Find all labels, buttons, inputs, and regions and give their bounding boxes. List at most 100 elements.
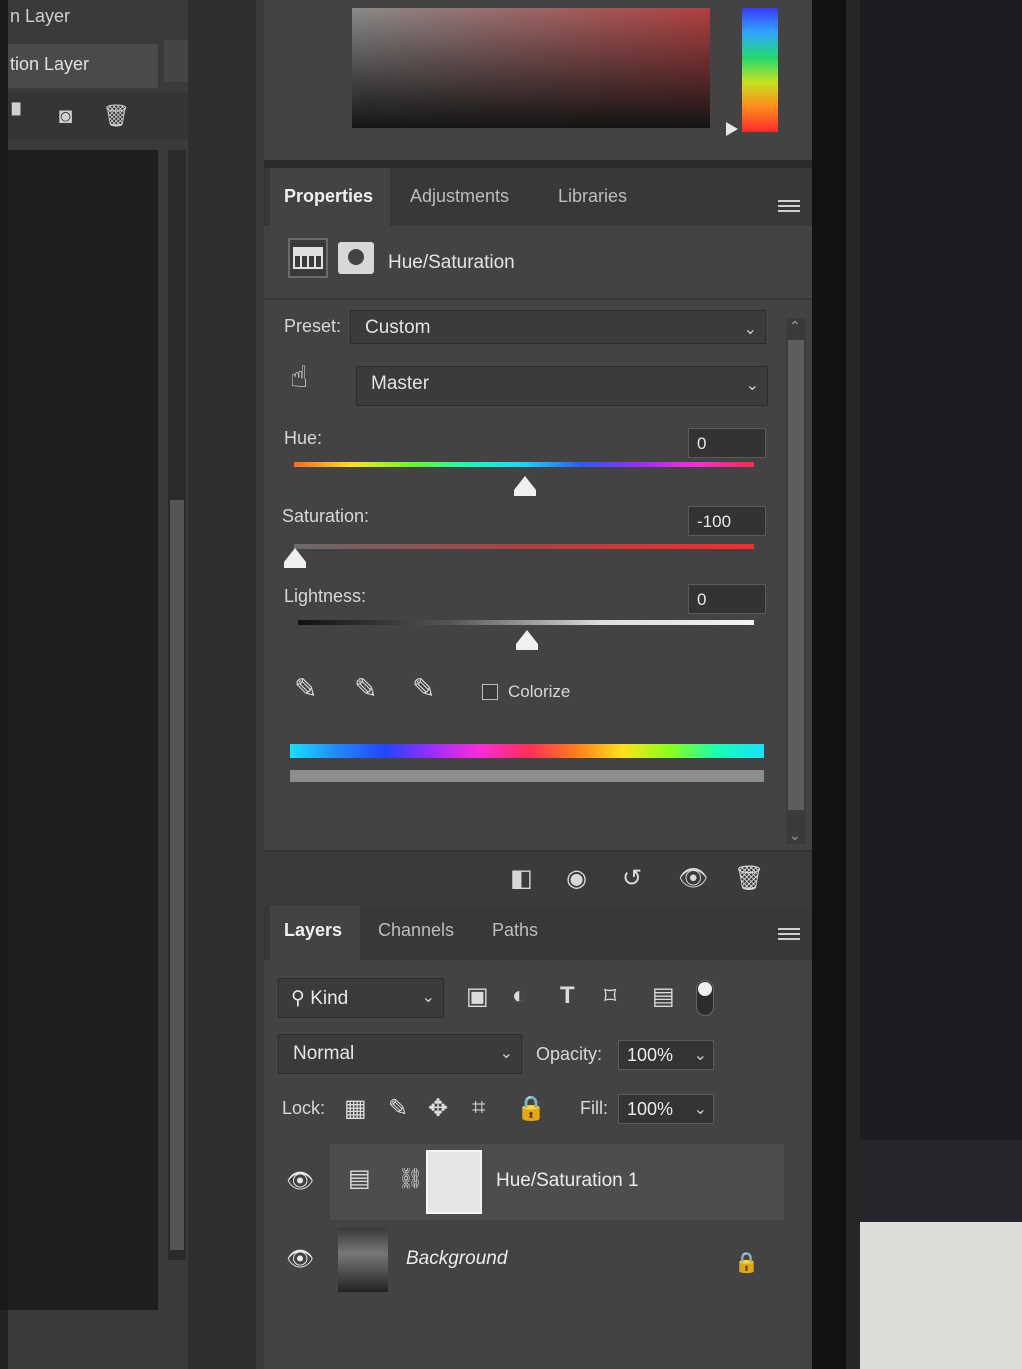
colorize-checkbox[interactable] xyxy=(482,684,498,700)
eyedropper-icon[interactable]: ✎ xyxy=(294,672,317,705)
saturation-slider-track[interactable] xyxy=(294,544,754,549)
color-picker-field[interactable] xyxy=(352,8,710,128)
view-previous-icon[interactable]: ◉ xyxy=(566,864,587,893)
preset-value: Custom xyxy=(365,317,431,338)
eyedropper-subtract-icon[interactable]: ✎ xyxy=(412,672,435,705)
corner-shadow xyxy=(0,1310,8,1369)
lightness-label: Lightness: xyxy=(284,586,367,606)
layer-row[interactable]: ▤ ⛓ Hue/Saturation 1 xyxy=(330,1144,784,1220)
chevron-down-icon: ⌄ xyxy=(743,321,757,338)
tab-layers[interactable]: Layers xyxy=(270,906,360,960)
scroll-down-icon[interactable]: ⌄ xyxy=(789,827,801,844)
right-panel-dock: Properties Adjustments Libraries Hue/Sat… xyxy=(264,0,812,1369)
properties-header: Hue/Saturation xyxy=(264,226,812,300)
lightness-input[interactable]: 0 xyxy=(688,584,766,614)
opacity-value: 100% xyxy=(627,1045,674,1065)
layer-name[interactable]: Background xyxy=(406,1248,507,1270)
filter-toggle[interactable] xyxy=(696,980,714,1016)
blend-mode-dropdown[interactable]: Normal ⌄ xyxy=(278,1034,522,1074)
properties-scrollbar[interactable]: ⌃ ⌄ xyxy=(786,318,806,844)
range-dropdown[interactable]: Master ⌄ xyxy=(356,366,768,406)
visibility-eye-icon[interactable]: 👁 xyxy=(286,1246,314,1272)
lock-transparent-pixels-icon[interactable]: ▦ xyxy=(344,1094,367,1123)
hue-slider-thumb[interactable] xyxy=(514,476,536,496)
saturation-label: Saturation: xyxy=(282,506,370,526)
filter-smart-object-icon[interactable]: ▤ xyxy=(652,982,675,1011)
tab-adjustments[interactable]: Adjustments xyxy=(396,168,534,226)
properties-footer: ◧ ◉ ↺ 👁 🗑 xyxy=(264,850,812,906)
lock-artboard-icon[interactable]: ⌗ xyxy=(472,1094,486,1122)
left-panel-row-layer[interactable]: n Layer xyxy=(8,0,188,40)
targeted-adjustment-hand-icon[interactable]: ☝ xyxy=(290,360,308,395)
left-panel-toolbar: ▘ ◙ 🗑 xyxy=(8,92,188,140)
divider xyxy=(264,160,812,168)
left-scroll-thumb[interactable] xyxy=(170,500,184,1250)
eyedropper-add-icon[interactable]: ✎ xyxy=(354,672,377,705)
chevron-down-icon: ⌄ xyxy=(693,1047,707,1064)
fill-input[interactable]: 100% ⌄ xyxy=(618,1094,714,1124)
layers-tab-bar: Layers Channels Paths xyxy=(264,906,812,960)
room-background xyxy=(860,0,1022,1369)
tab-libraries[interactable]: Libraries xyxy=(544,168,654,226)
trash-icon[interactable]: 🗑 xyxy=(102,105,130,127)
lightness-slider-track[interactable] xyxy=(298,620,754,625)
filter-shape-icon[interactable]: ⌑ xyxy=(604,982,616,1011)
lock-image-pixels-icon[interactable]: ✎ xyxy=(388,1094,408,1123)
hue-input[interactable]: 0 xyxy=(688,428,766,458)
left-panel-row-adjustment-layer[interactable]: tion Layer xyxy=(8,44,158,88)
fill-value: 100% xyxy=(627,1099,674,1119)
chevron-down-icon: ⌄ xyxy=(421,989,435,1006)
filter-kind-value: Kind xyxy=(310,988,349,1009)
opacity-input[interactable]: 100% ⌄ xyxy=(618,1040,714,1070)
saturation-slider-thumb[interactable] xyxy=(284,548,306,568)
canvas-area xyxy=(8,150,158,1310)
layer-thumbnail xyxy=(338,1228,388,1292)
adjustment-layer-icon: ▤ xyxy=(348,1165,371,1192)
layer-row[interactable]: 👁 Background 🔒 xyxy=(264,1222,812,1298)
color-hue-slider[interactable] xyxy=(742,8,778,132)
reset-icon[interactable]: ↺ xyxy=(622,864,642,893)
clip-to-layer-icon[interactable]: ◧ xyxy=(510,864,533,893)
scroll-up-icon[interactable]: ⌃ xyxy=(789,318,801,335)
lock-position-icon[interactable]: ✥ xyxy=(428,1094,448,1123)
left-panel: n Layer tion Layer ▘ ◙ 🗑 xyxy=(8,0,188,1369)
preset-dropdown[interactable]: Custom ⌄ xyxy=(350,310,766,344)
output-spectrum-bar xyxy=(290,770,764,782)
visibility-icon[interactable]: 👁 xyxy=(678,864,708,893)
hue-slider-pointer[interactable] xyxy=(726,122,738,136)
layer-name[interactable]: Hue/Saturation 1 xyxy=(496,1170,639,1192)
fill-label: Fill: xyxy=(580,1098,608,1118)
monitor-bezel xyxy=(812,0,860,1369)
filter-kind-dropdown[interactable]: ⚲ Kind ⌄ xyxy=(278,978,444,1018)
adjustment-settings-icon[interactable] xyxy=(288,238,328,278)
adjustment-title: Hue/Saturation xyxy=(388,252,515,273)
left-panel-scroll-box[interactable] xyxy=(164,40,188,82)
tab-properties[interactable]: Properties xyxy=(270,168,390,226)
preset-label: Preset: xyxy=(284,316,342,336)
tab-paths[interactable]: Paths xyxy=(478,906,558,960)
layer-mask-thumbnail[interactable] xyxy=(426,1150,482,1214)
delete-icon[interactable]: 🗑 xyxy=(734,864,764,893)
layers-menu-icon[interactable] xyxy=(778,928,800,944)
input-spectrum-bar xyxy=(290,744,764,758)
page-icon[interactable]: ▘ xyxy=(12,105,29,127)
filter-pixel-icon[interactable]: ▣ xyxy=(466,982,489,1011)
properties-tab-bar: Properties Adjustments Libraries xyxy=(264,168,812,226)
visibility-eye-icon[interactable]: 👁 xyxy=(286,1168,314,1194)
blend-mode-value: Normal xyxy=(293,1043,355,1064)
link-icon[interactable]: ⛓ xyxy=(398,1166,423,1191)
layer-mask-icon[interactable] xyxy=(338,242,374,274)
properties-scroll-thumb[interactable] xyxy=(788,340,804,810)
panel-menu-icon[interactable] xyxy=(778,200,800,216)
camera-icon[interactable]: ◙ xyxy=(59,105,72,127)
panel-gutter xyxy=(188,0,264,1369)
filter-adjustment-icon[interactable]: ◐ xyxy=(512,982,527,1010)
tab-channels[interactable]: Channels xyxy=(364,906,474,960)
lock-all-icon[interactable]: 🔒 xyxy=(516,1094,546,1123)
saturation-input[interactable]: -100 xyxy=(688,506,766,536)
hue-slider-track[interactable] xyxy=(294,462,754,467)
filter-type-icon[interactable]: T xyxy=(560,982,575,1010)
opacity-label: Opacity: xyxy=(536,1044,603,1064)
lock-icon: 🔒 xyxy=(734,1252,759,1274)
lightness-slider-thumb[interactable] xyxy=(516,630,538,650)
